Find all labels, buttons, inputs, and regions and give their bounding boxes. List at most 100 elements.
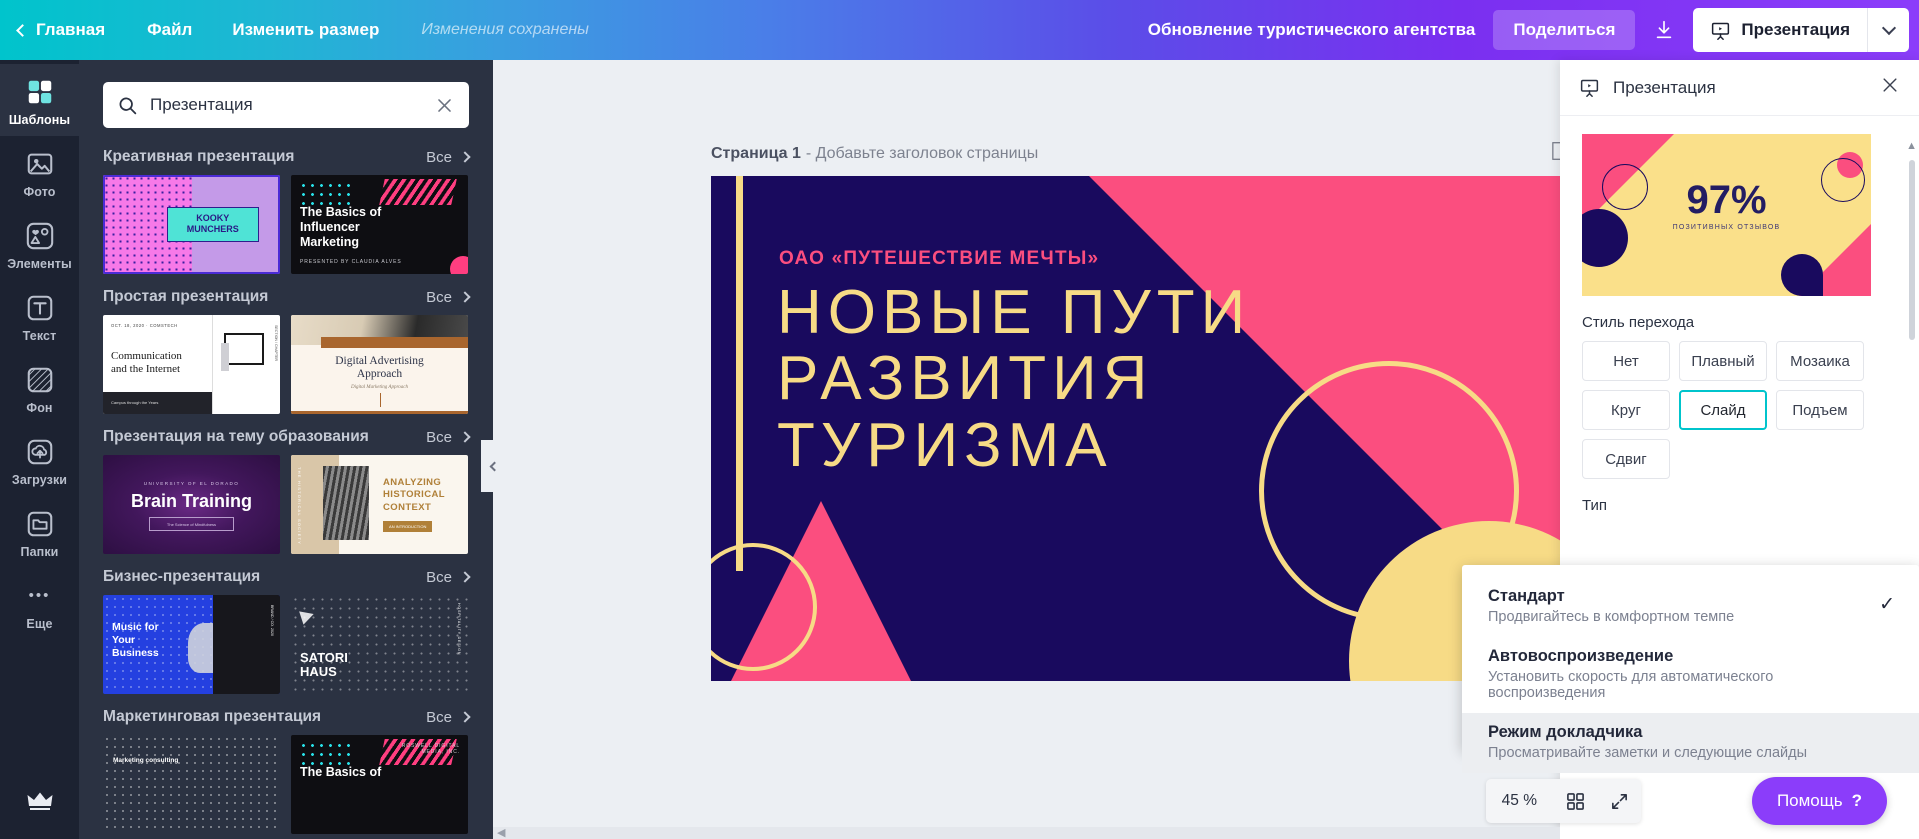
- decor-line: [380, 393, 381, 407]
- sidebar-item-uploads[interactable]: Загрузки: [0, 424, 79, 496]
- chevron-right-icon: [459, 291, 470, 302]
- panel-scrollbar[interactable]: [1909, 160, 1915, 340]
- help-button[interactable]: Помощь ?: [1752, 777, 1887, 825]
- sidebar-label-more: Еще: [26, 617, 52, 631]
- home-label: Главная: [36, 20, 105, 40]
- thumbnail-row: OCT. 18, 2020 · COMSTECH Communicationan…: [103, 315, 469, 414]
- menu-item-presenter-view[interactable]: Режим докладчика Просматривайте заметки …: [1462, 713, 1919, 773]
- templates-icon: [23, 75, 56, 108]
- transition-circle-button[interactable]: Круг: [1582, 390, 1670, 430]
- transition-dissolve-button[interactable]: Плавный: [1679, 341, 1767, 381]
- top-bar: Главная Файл Изменить размер Изменения с…: [0, 0, 1919, 60]
- template-thumbnail[interactable]: Digital AdvertisingApproach Digital Mark…: [291, 315, 468, 414]
- present-button[interactable]: Презентация: [1693, 8, 1867, 52]
- thumbnail-title: Marketing consulting: [113, 757, 178, 764]
- see-all-label: Все: [426, 569, 452, 586]
- sidebar-item-text[interactable]: Текст: [0, 280, 79, 352]
- check-icon: ✓: [1879, 593, 1895, 616]
- horizontal-scrollbar[interactable]: [493, 827, 1560, 839]
- slide-title[interactable]: НОВЫЕ ПУТИ РАЗВИТИЯ ТУРИЗМА: [777, 280, 1251, 479]
- thumbnail-pill: The Science of Mindfulness: [149, 517, 234, 531]
- presentation-icon: [1579, 77, 1600, 98]
- transition-none-button[interactable]: Нет: [1582, 341, 1670, 381]
- decor-panel-right: BRAND / CO. 2020: [213, 595, 280, 694]
- sidebar-item-folders[interactable]: Папки: [0, 496, 79, 568]
- sidebar-item-background[interactable]: Фон: [0, 352, 79, 424]
- thumbnail-title: Brain Training: [103, 491, 280, 512]
- category-see-all-button[interactable]: Все: [426, 709, 469, 726]
- document-title[interactable]: Обновление туристического агентства: [1148, 20, 1476, 40]
- menu-item-title: Режим докладчика: [1488, 723, 1893, 742]
- panel-body: 97% ПОЗИТИВНЫХ ОТЗЫВОВ Стиль перехода Не…: [1560, 116, 1919, 514]
- download-icon: [1653, 19, 1675, 41]
- thumbnail-left: OCT. 18, 2020 · COMSTECH Communicationan…: [103, 315, 213, 414]
- page-label: Страница 1: [711, 145, 801, 163]
- collapse-panel-button[interactable]: [481, 440, 505, 492]
- share-button[interactable]: Поделиться: [1493, 10, 1635, 50]
- menu-item-subtitle: Продвигайтесь в комфортном темпе: [1488, 609, 1893, 625]
- present-options-button[interactable]: [1867, 8, 1909, 52]
- file-menu[interactable]: Файл: [127, 0, 212, 60]
- background-icon: [23, 363, 56, 396]
- search-box[interactable]: [103, 82, 469, 128]
- menu-item-subtitle: Установить скорость для автоматического …: [1488, 669, 1893, 701]
- zoom-level[interactable]: 45 %: [1486, 792, 1553, 810]
- sidebar-item-more[interactable]: ••• Еще: [0, 568, 79, 640]
- upgrade-pro-button[interactable]: [26, 790, 54, 817]
- transition-rise-button[interactable]: Подъем: [1776, 390, 1864, 430]
- template-thumbnail[interactable]: THE HISTORICAL SOCIETY ANALYZINGHISTORIC…: [291, 455, 468, 554]
- sidebar-item-templates[interactable]: Шаблоны: [0, 64, 79, 136]
- thumbnail-date: OCT. 18, 2020 · COMSTECH: [111, 323, 204, 328]
- scroll-up-arrow-icon[interactable]: ▲: [1906, 140, 1917, 152]
- close-panel-button[interactable]: [1880, 75, 1900, 100]
- grid-view-button[interactable]: [1553, 779, 1597, 823]
- decor-yellow-bar: [736, 176, 743, 571]
- home-button[interactable]: Главная: [0, 0, 127, 60]
- template-thumbnail[interactable]: The Basics ofInfluencerMarketing PRESENT…: [291, 175, 468, 274]
- slide-kicker[interactable]: ОАО «ПУТЕШЕСТВИЕ МЕЧТЫ»: [779, 248, 1099, 270]
- scroll-left-arrow-icon[interactable]: ◀: [497, 826, 505, 839]
- category-see-all-button[interactable]: Все: [426, 289, 469, 306]
- resize-button[interactable]: Изменить размер: [212, 0, 399, 60]
- sidebar-item-photos[interactable]: Фото: [0, 136, 79, 208]
- clear-search-button[interactable]: [433, 94, 455, 116]
- thumbnail-title: The Basics ofInfluencerMarketing: [300, 205, 381, 249]
- template-thumbnail[interactable]: The Basics of ROSWELL DIGITALMEDIA, INC.: [291, 735, 468, 834]
- transition-shift-button[interactable]: Сдвиг: [1582, 439, 1670, 479]
- page-title-placeholder[interactable]: - Добавьте заголовок страницы: [806, 145, 1038, 163]
- category-see-all-button[interactable]: Все: [426, 569, 469, 586]
- template-thumbnail[interactable]: HOSPITALITY DESIGN SATORIHAUS: [291, 595, 468, 694]
- help-label: Помощь: [1777, 791, 1843, 811]
- transition-slide-button[interactable]: Слайд: [1679, 390, 1767, 430]
- template-thumbnail[interactable]: OCT. 18, 2020 · COMSTECH Communicationan…: [103, 315, 280, 414]
- menu-item-standard[interactable]: Стандарт Продвигайтесь в комфортном темп…: [1462, 577, 1919, 637]
- template-thumbnail[interactable]: UNIVERSITY OF EL DORADO Brain Training T…: [103, 455, 280, 554]
- template-thumbnail[interactable]: Music forYourBusiness BRAND / CO. 2020: [103, 595, 280, 694]
- template-thumbnail[interactable]: Marketing consulting: [103, 735, 280, 834]
- present-label: Презентация: [1741, 20, 1850, 40]
- template-thumbnail[interactable]: KOOKYMUNCHERS: [103, 175, 280, 274]
- preview-caption: ПОЗИТИВНЫХ ОТЗЫВОВ: [1582, 224, 1871, 231]
- category-see-all-button[interactable]: Все: [426, 149, 469, 166]
- fullscreen-button[interactable]: [1597, 779, 1641, 823]
- transition-mosaic-button[interactable]: Мозаика: [1776, 341, 1864, 381]
- search-input[interactable]: [150, 95, 421, 115]
- thumbnail-title: Digital AdvertisingApproach: [291, 355, 468, 381]
- thumbnail-side-text: BRAND / CO. 2020: [270, 605, 274, 636]
- thumbnail-side-text: THE HISTORICAL SOCIETY: [297, 467, 302, 545]
- type-section-label: Тип: [1582, 497, 1897, 514]
- panel-header: Презентация: [1560, 60, 1919, 116]
- sidebar-item-elements[interactable]: Элементы: [0, 208, 79, 280]
- decor-monitor: [224, 333, 264, 365]
- left-tool-rail: Шаблоны Фото Элементы: [0, 60, 79, 839]
- download-button[interactable]: [1641, 10, 1687, 50]
- save-status: Изменения сохранены: [399, 21, 611, 39]
- category-see-all-button[interactable]: Все: [426, 429, 469, 446]
- category-header: Маркетинговая презентация Все: [103, 694, 469, 735]
- decor-pen: [221, 343, 229, 371]
- category-header: Простая презентация Все: [103, 274, 469, 315]
- slide-preview[interactable]: 97% ПОЗИТИВНЫХ ОТЗЫВОВ: [1582, 134, 1871, 296]
- thumbnail-right: SECTION / CHAPTER: [213, 315, 280, 414]
- menu-item-autoplay[interactable]: Автовоспроизведение Установить скорость …: [1462, 637, 1919, 713]
- thumbnail-title: ANALYZINGHISTORICALCONTEXT: [383, 477, 445, 514]
